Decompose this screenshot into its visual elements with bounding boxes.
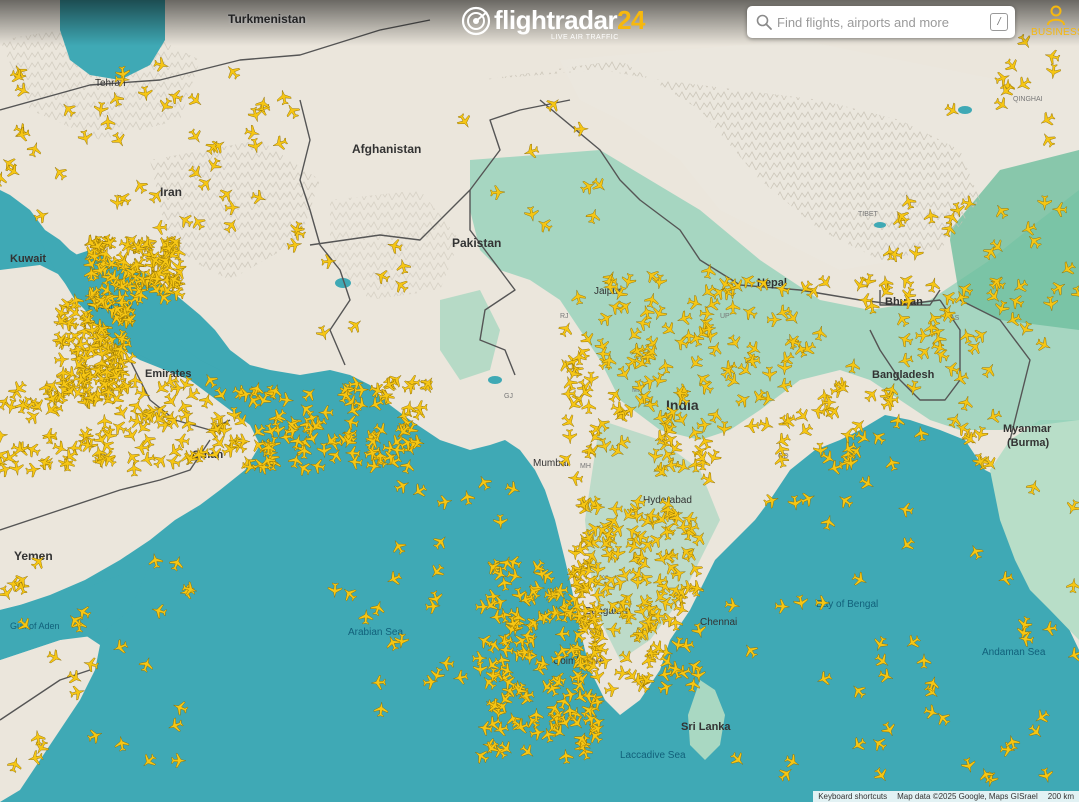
label-burma: (Burma) <box>1007 437 1050 449</box>
label-yemen: Yemen <box>14 549 53 563</box>
label-andaman-sea: Andaman Sea <box>982 647 1046 658</box>
svg-text:GJ: GJ <box>504 393 513 400</box>
brand-name: flightradar24 <box>494 5 645 35</box>
search-input[interactable] <box>777 11 977 33</box>
label-pakistan: Pakistan <box>452 236 501 250</box>
search-icon <box>756 14 772 30</box>
label-arabian-sea: Arabian Sea <box>348 627 403 638</box>
label-afghanistan: Afghanistan <box>352 142 421 156</box>
label-myanmar: Myanmar <box>1003 423 1052 435</box>
label-chennai: Chennai <box>700 617 737 628</box>
svg-text:MH: MH <box>580 463 591 470</box>
business-label: BUSINESS <box>1031 27 1079 38</box>
svg-text:TIBET: TIBET <box>858 211 879 218</box>
brand-tagline: LIVE AIR TRAFFIC <box>551 34 619 41</box>
label-laccadive-sea: Laccadive Sea <box>620 750 686 761</box>
label-gulf-of-aden: Gulf of Aden <box>10 621 60 631</box>
top-bar: flightradar24 LIVE AIR TRAFFIC / BUSINES… <box>0 0 1079 46</box>
label-iran: Iran <box>160 185 182 199</box>
svg-text:RJ: RJ <box>560 313 569 320</box>
svg-text:QINGHAI: QINGHAI <box>1013 96 1043 103</box>
business-button[interactable]: BUSINESS <box>1027 2 1079 42</box>
keyboard-shortcuts-link[interactable]: Keyboard shortcuts <box>813 791 892 802</box>
label-bay-of-bengal: Bay of Bengal <box>816 599 878 610</box>
keyboard-shortcut-icon: / <box>990 13 1008 31</box>
brand-logo[interactable]: flightradar24 LIVE AIR TRAFFIC <box>461 4 645 44</box>
label-srilanka: Sri Lanka <box>681 721 731 733</box>
user-icon <box>1047 5 1065 26</box>
label-emirates: Emirates <box>145 368 191 380</box>
svg-text:UP: UP <box>720 313 730 320</box>
map-footer: Keyboard shortcuts Map data ©2025 Google… <box>813 791 1079 802</box>
map-scale: 200 km <box>1047 792 1074 801</box>
map-canvas[interactable]: Turkmenistan Tehran Iran Afghanistan Pak… <box>0 0 1079 802</box>
label-bangladesh: Bangladesh <box>872 369 935 381</box>
search-box[interactable]: / <box>747 6 1015 38</box>
label-kuwait: Kuwait <box>10 253 46 265</box>
radar-logo-icon <box>461 6 491 36</box>
map-attribution: Map data ©2025 Google, Maps GISrael <box>897 792 1038 801</box>
